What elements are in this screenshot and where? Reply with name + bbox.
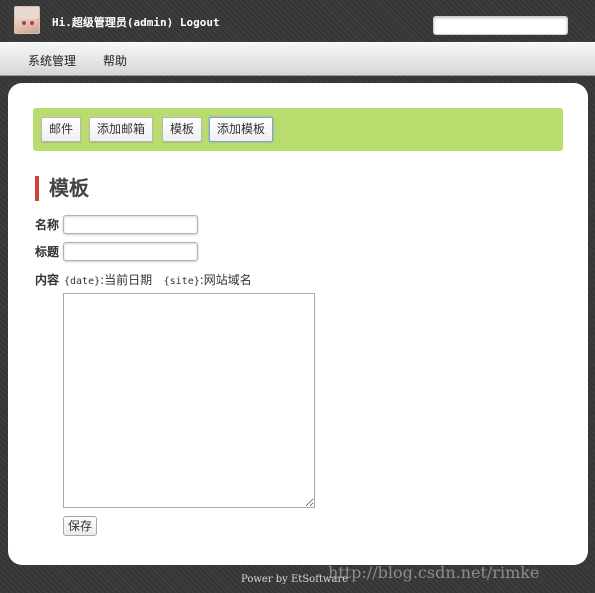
content-label: 内容 bbox=[35, 273, 60, 287]
user-greeting[interactable]: Hi.超级管理员(admin) Logout bbox=[52, 14, 220, 30]
page-title: 模板 bbox=[35, 176, 89, 201]
avatar-eye bbox=[30, 21, 34, 25]
watermark: http://blog.csdn.net/rimke bbox=[328, 563, 540, 582]
avatar-hair bbox=[15, 7, 39, 19]
menu-item-help[interactable]: 帮助 bbox=[103, 52, 127, 69]
subject-label: 标题 bbox=[35, 245, 60, 259]
menu-item-system-management[interactable]: 系统管理 bbox=[28, 52, 76, 69]
avatar-eye bbox=[22, 21, 26, 25]
content-textarea[interactable] bbox=[63, 293, 315, 508]
main-menu: 系统管理 帮助 bbox=[0, 42, 595, 76]
save-button[interactable]: 保存 bbox=[63, 516, 98, 536]
top-header: Hi.超级管理员(admin) Logout bbox=[0, 0, 595, 42]
mail-button[interactable]: 邮件 bbox=[41, 117, 82, 142]
add-template-button[interactable]: 添加模板 bbox=[209, 117, 274, 142]
placeholder-hint: {date}:当前日期 {site}:网站域名 bbox=[64, 271, 252, 288]
search-input[interactable] bbox=[433, 16, 568, 35]
add-mailbox-button[interactable]: 添加邮箱 bbox=[89, 117, 154, 142]
name-field[interactable] bbox=[63, 215, 198, 234]
hint-date-text: :当前日期 bbox=[100, 273, 153, 287]
name-label: 名称 bbox=[35, 218, 60, 232]
template-button[interactable]: 模板 bbox=[162, 117, 203, 142]
hint-site-code: {site} bbox=[163, 276, 200, 287]
user-avatar bbox=[14, 6, 40, 34]
action-toolbar: 邮件 添加邮箱 模板 添加模板 bbox=[33, 108, 563, 151]
subject-field[interactable] bbox=[63, 242, 198, 261]
hint-site-text: :网站域名 bbox=[199, 273, 252, 287]
content-panel: 邮件 添加邮箱 模板 添加模板 模板 名称 标题 内容 {date}:当前日期 … bbox=[8, 83, 588, 565]
hint-date-code: {date} bbox=[64, 276, 101, 287]
